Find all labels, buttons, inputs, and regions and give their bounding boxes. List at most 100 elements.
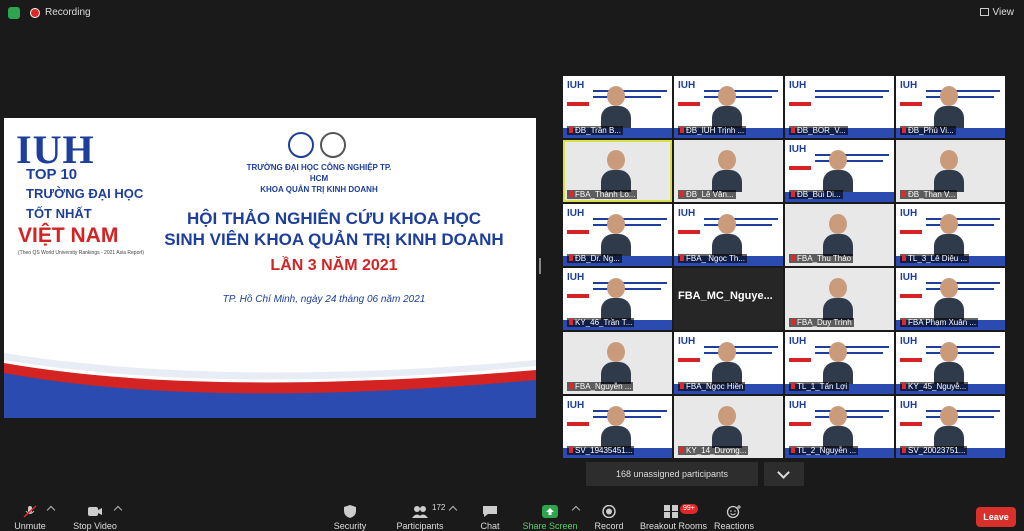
participant-tile[interactable]: IUH ĐB_IUH Trịnh ...: [674, 76, 783, 138]
slide-date: TP. Hồ Chí Minh, ngày 24 tháng 06 năm 20…: [222, 294, 426, 305]
view-label: View: [992, 7, 1015, 18]
participant-head: [829, 150, 847, 170]
participant-body: [601, 362, 631, 384]
participant-tile[interactable]: KY_14_Dương...: [674, 396, 783, 458]
participant-name: ĐB_Bùi Di...: [789, 190, 843, 199]
share-screen-label: Share Screen: [522, 521, 578, 531]
participant-name: ĐB_BOR_V...: [789, 126, 848, 135]
unassigned-participants[interactable]: 168 unassigned participants: [586, 462, 758, 486]
view-button[interactable]: View: [979, 7, 1015, 18]
mic-muted-icon: [569, 383, 573, 389]
participant-name: ĐB_IUH Trịnh ...: [678, 126, 747, 135]
participant-name-text: ĐB_Than V...: [908, 190, 956, 199]
participant-head: [718, 342, 736, 362]
participant-video: [934, 150, 964, 192]
participant-name-text: FBA_ Ngọc Th...: [686, 254, 745, 263]
reactions-button[interactable]: Reactions: [712, 499, 756, 531]
participant-name-text: TL_2_Nguyễn ...: [797, 446, 857, 455]
share-screen-button[interactable]: Share Screen: [522, 499, 578, 531]
participant-tile[interactable]: IUH KY_45_Nguyễ...: [896, 332, 1005, 394]
participant-name-text: ĐB_Lê Văn...: [686, 190, 734, 199]
participant-body: [712, 106, 742, 128]
participant-video: [823, 214, 853, 256]
participant-tile[interactable]: FBA_Duy Trình: [785, 268, 894, 330]
background-decoration: [567, 294, 589, 298]
background-decoration: [900, 230, 922, 234]
participant-tile[interactable]: IUH FBA_ Ngọc Th...: [674, 204, 783, 266]
participant-tile[interactable]: IUH TL_2_Nguyễn ...: [785, 396, 894, 458]
participant-tile[interactable]: IUH ĐB_BOR_V...: [785, 76, 894, 138]
unmute-button[interactable]: Unmute: [8, 499, 52, 531]
mic-muted-icon: [680, 127, 684, 133]
participant-body: [712, 362, 742, 384]
participant-head: [829, 214, 847, 234]
collapse-button[interactable]: [764, 462, 804, 486]
participant-name-text: KY_46_Trần T...: [575, 318, 633, 327]
participant-tile[interactable]: FBA_Thu Thảo: [785, 204, 894, 266]
background-decoration: [900, 422, 922, 426]
record-button[interactable]: Record: [592, 499, 626, 531]
top10-text: TOP 10: [26, 166, 78, 183]
participant-name-text: TL_1_Tấn Lợi: [797, 382, 848, 391]
participant-body: [823, 362, 853, 384]
mic-muted-icon: [902, 383, 906, 389]
participant-video: [601, 342, 631, 384]
chat-button[interactable]: Chat: [474, 499, 506, 531]
background-decoration: IUH: [900, 400, 918, 411]
participant-tile[interactable]: IUH SV_19435451...: [563, 396, 672, 458]
participant-head: [607, 150, 625, 170]
stop-video-button[interactable]: Stop Video: [70, 499, 120, 531]
participant-tile[interactable]: IUH FBA Phạm Xuân ...: [896, 268, 1005, 330]
participant-tile[interactable]: IUH ĐB_Trần B...: [563, 76, 672, 138]
unmute-label: Unmute: [14, 521, 46, 531]
participant-tile[interactable]: ĐB_Than V...: [896, 140, 1005, 202]
participant-video: [823, 278, 853, 320]
shield-icon[interactable]: [8, 7, 20, 19]
participant-name: FBA_Duy Trình: [789, 318, 854, 327]
participant-body: [934, 298, 964, 320]
participant-video: [712, 406, 742, 448]
breakout-rooms-icon: [664, 505, 678, 518]
participant-tile[interactable]: IUH KY_46_Trần T...: [563, 268, 672, 330]
participant-tile[interactable]: FBA_Nguyễn ...: [563, 332, 672, 394]
participant-tile[interactable]: IUH SV_20023751...: [896, 396, 1005, 458]
participant-body: [823, 426, 853, 448]
participant-head: [718, 214, 736, 234]
participant-name-text: FBA_Nguyễn ...: [575, 382, 632, 391]
split-handle[interactable]: [539, 258, 541, 274]
participant-tile[interactable]: IUH TL_3_Lê Diệu ...: [896, 204, 1005, 266]
participant-tile[interactable]: FBA_MC_Nguye...: [674, 268, 783, 330]
reactions-label: Reactions: [713, 521, 755, 531]
background-decoration: [567, 102, 589, 106]
participant-name-large: FBA_MC_Nguye...: [678, 290, 773, 302]
participant-name: FBA_Nguyễn ...: [567, 382, 634, 391]
participant-name-text: ĐB_Trần B...: [575, 126, 621, 135]
participant-tile[interactable]: IUH ĐB_Phú Vi...: [896, 76, 1005, 138]
participants-options-caret[interactable]: [448, 505, 458, 515]
participant-name: FBA_Thu Thảo: [789, 254, 854, 263]
participant-tile[interactable]: FBA_Thành Lo...: [563, 140, 672, 202]
background-decoration: [567, 422, 589, 426]
participant-name-text: FBA_Thành Lo...: [575, 190, 636, 199]
security-button[interactable]: Security: [330, 499, 370, 531]
participant-head: [829, 278, 847, 298]
participant-tile[interactable]: IUH FBA_Ngọc Hiền: [674, 332, 783, 394]
participant-tile[interactable]: IUH ĐB_Bùi Di...: [785, 140, 894, 202]
chat-label: Chat: [480, 521, 500, 531]
participants-label: Participants: [396, 521, 444, 531]
participant-tile[interactable]: IUH ĐB_Dr. Ng...: [563, 204, 672, 266]
participant-tile[interactable]: IUH TL_1_Tấn Lợi: [785, 332, 894, 394]
participant-name-text: FBA_Ngọc Hiền: [686, 382, 744, 391]
participant-tile[interactable]: ĐB_Lê Văn...: [674, 140, 783, 202]
background-decoration: [789, 422, 811, 426]
background-decoration: [815, 96, 883, 98]
headline-line-1: HỘI THẢO NGHIÊN CỨU KHOA HỌC: [187, 209, 481, 228]
record-icon: [602, 505, 616, 518]
background-decoration: IUH: [900, 80, 918, 91]
background-decoration: IUH: [789, 80, 807, 91]
background-decoration: IUH: [900, 208, 918, 219]
participant-body: [823, 298, 853, 320]
leave-button[interactable]: Leave: [976, 507, 1016, 527]
participant-body: [823, 170, 853, 192]
recording-label: Recording: [45, 7, 91, 18]
